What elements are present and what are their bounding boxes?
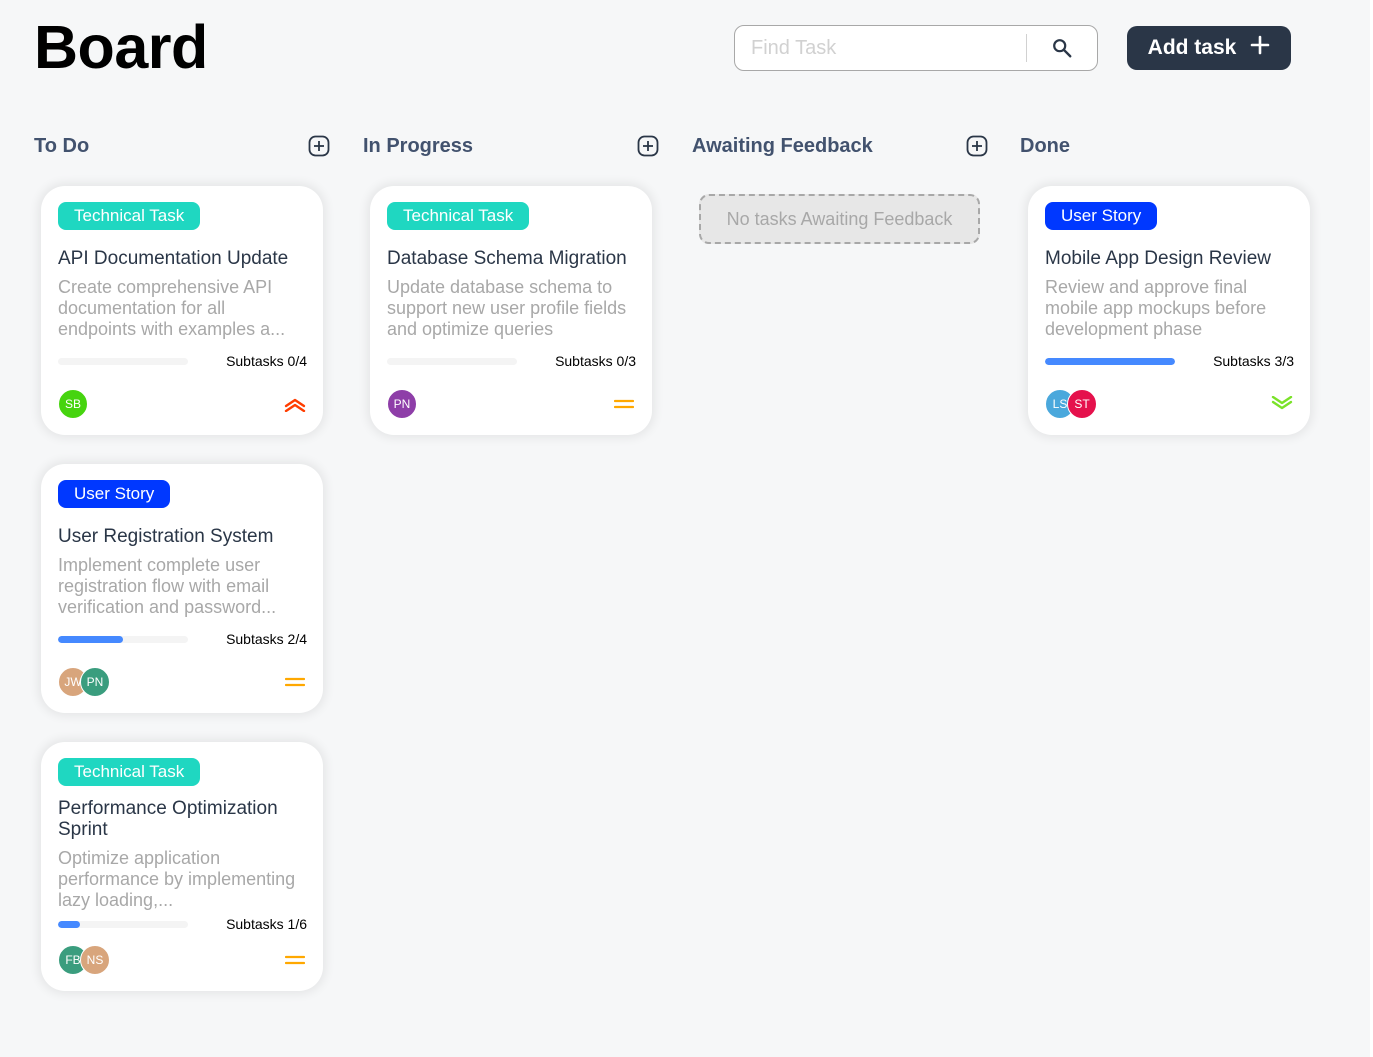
- search-box: [734, 25, 1098, 71]
- add-task-awaiting-feedback-icon[interactable]: [966, 135, 988, 157]
- progress-fill: [58, 635, 123, 643]
- column-header-in-progress: In Progress: [363, 133, 659, 159]
- task-title: Mobile App Design Review: [1045, 248, 1272, 269]
- card-footer: SB: [58, 389, 307, 419]
- empty-column-placeholder: No tasks Awaiting Feedback: [699, 194, 980, 244]
- task-description: Create comprehensive API documentation f…: [58, 277, 286, 339]
- avatar: NS: [80, 945, 110, 975]
- avatar: PN: [387, 389, 417, 419]
- page-title: Board: [34, 13, 208, 81]
- priority-low-icon: [1270, 392, 1294, 416]
- subtask-progress: Subtasks 3/3: [1045, 352, 1294, 370]
- column-title: To Do: [34, 134, 90, 157]
- avatar: PN: [80, 667, 110, 697]
- subtask-progress: Subtasks 2/4: [58, 630, 307, 648]
- task-description: Review and approve final mobile app mock…: [1045, 277, 1267, 339]
- subtask-progress: Subtasks 1/6: [58, 915, 307, 933]
- task-description: Optimize application performance by impl…: [58, 848, 296, 910]
- card-footer: FB NS: [58, 945, 307, 975]
- subtask-count: Subtasks 1/6: [226, 916, 307, 932]
- priority-medium-icon: [612, 392, 636, 416]
- search-input[interactable]: [735, 26, 1027, 70]
- plus-icon: [1250, 35, 1270, 61]
- task-title: Database Schema Migration: [387, 248, 627, 269]
- avatar: SB: [58, 389, 88, 419]
- priority-medium-icon: [283, 670, 307, 694]
- progress-bar: [58, 357, 188, 365]
- progress-bar: [1045, 357, 1175, 365]
- column-header-todo: To Do: [34, 133, 330, 159]
- column-header-awaiting-feedback: Awaiting Feedback: [692, 133, 988, 159]
- column-title: Done: [1020, 134, 1070, 157]
- task-card[interactable]: User Story User Registration System Impl…: [41, 464, 323, 713]
- assignee-list: SB: [58, 389, 88, 419]
- assignee-list: FB NS: [58, 945, 110, 975]
- progress-fill: [58, 920, 80, 928]
- column-header-done: Done: [1020, 133, 1316, 159]
- search-icon[interactable]: [1027, 37, 1097, 59]
- task-title: API Documentation Update: [58, 248, 289, 269]
- task-card[interactable]: Technical Task Database Schema Migration…: [370, 186, 652, 435]
- subtask-count: Subtasks 3/3: [1213, 353, 1294, 369]
- avatar: ST: [1067, 389, 1097, 419]
- task-description: Implement complete user registration flo…: [58, 555, 277, 617]
- subtask-progress: Subtasks 0/4: [58, 352, 307, 370]
- card-footer: PN: [387, 389, 636, 419]
- progress-bar: [58, 920, 188, 928]
- progress-bar: [58, 635, 188, 643]
- add-task-button[interactable]: Add task: [1127, 26, 1291, 70]
- task-title: User Registration System: [58, 526, 274, 547]
- progress-fill: [1045, 357, 1175, 365]
- priority-urgent-icon: [283, 392, 307, 416]
- category-badge: User Story: [1045, 202, 1158, 230]
- subtask-progress: Subtasks 0/3: [387, 352, 636, 370]
- column-title: Awaiting Feedback: [692, 134, 873, 157]
- subtask-count: Subtasks 0/4: [226, 353, 307, 369]
- column-title: In Progress: [363, 134, 474, 157]
- add-task-in-progress-icon[interactable]: [637, 135, 659, 157]
- card-footer: JW PN: [58, 667, 307, 697]
- task-card[interactable]: User Story Mobile App Design Review Revi…: [1028, 186, 1310, 435]
- assignee-list: PN: [387, 389, 417, 419]
- task-card[interactable]: Technical Task API Documentation Update …: [41, 186, 323, 435]
- card-footer: LS ST: [1045, 389, 1294, 419]
- add-task-todo-icon[interactable]: [308, 135, 330, 157]
- subtask-count: Subtasks 2/4: [226, 631, 307, 647]
- add-task-label: Add task: [1147, 36, 1237, 59]
- category-badge: Technical Task: [387, 202, 530, 230]
- category-badge: Technical Task: [58, 758, 201, 786]
- category-badge: Technical Task: [58, 202, 201, 230]
- category-badge: User Story: [58, 480, 171, 508]
- subtask-count: Subtasks 0/3: [555, 353, 636, 369]
- assignee-list: JW PN: [58, 667, 110, 697]
- progress-bar: [387, 357, 517, 365]
- task-title: Performance Optimization Sprint: [58, 798, 278, 840]
- task-description: Update database schema to support new us…: [387, 277, 627, 339]
- task-card[interactable]: Technical Task Performance Optimization …: [41, 742, 323, 991]
- priority-medium-icon: [283, 948, 307, 972]
- assignee-list: LS ST: [1045, 389, 1097, 419]
